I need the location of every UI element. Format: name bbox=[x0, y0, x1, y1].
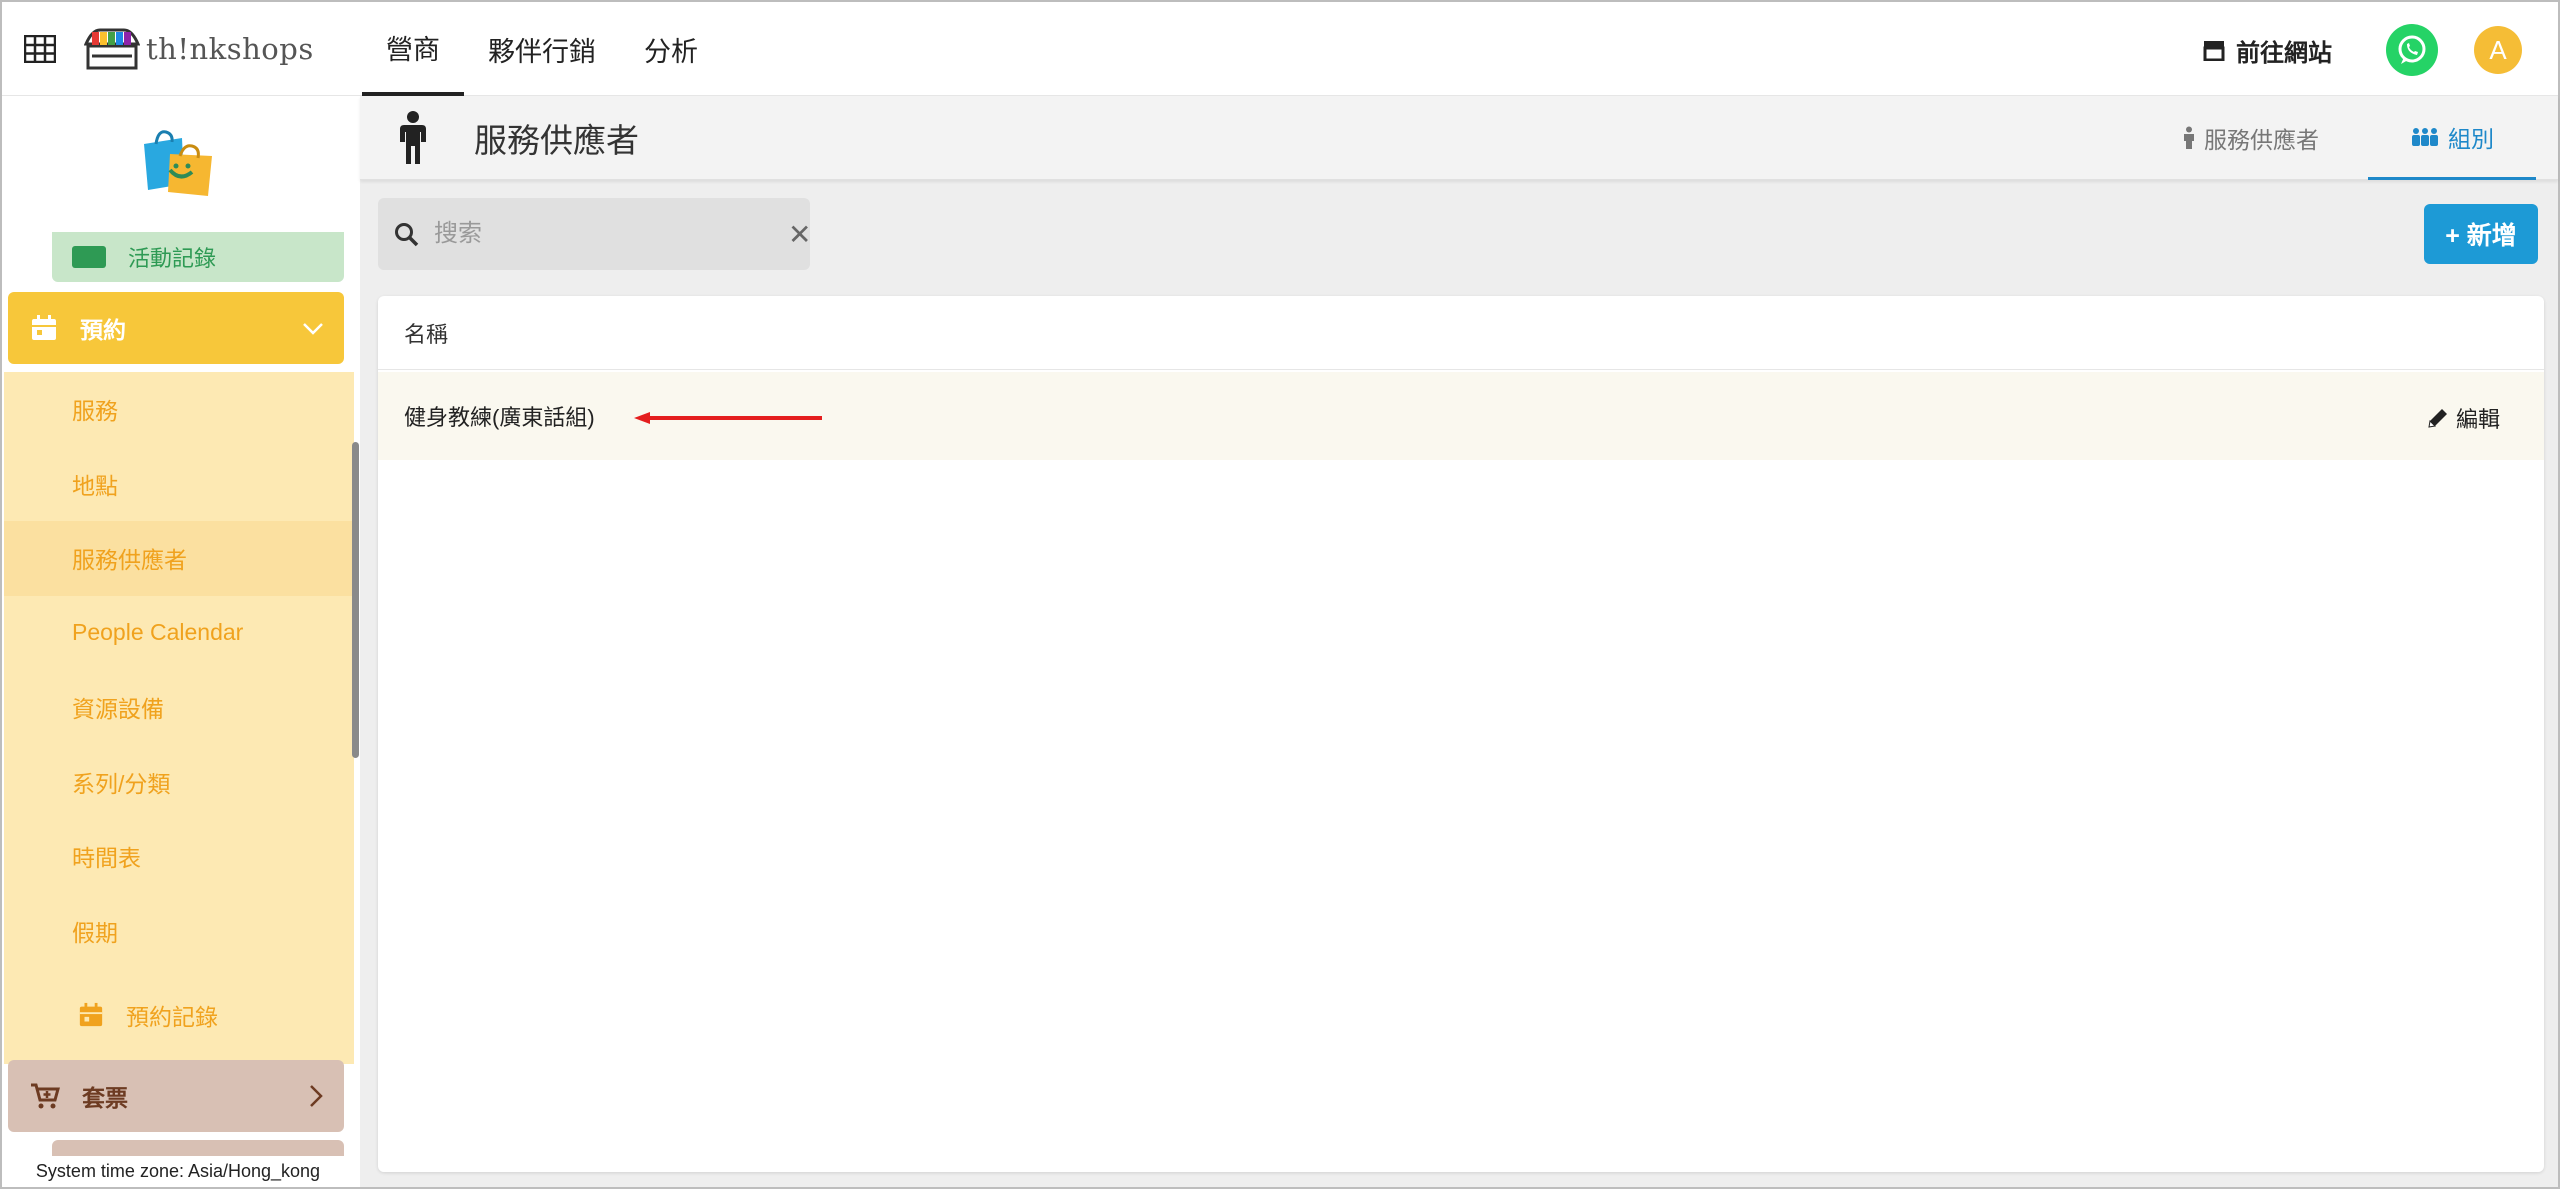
calendar-icon bbox=[79, 1002, 103, 1027]
edit-label: 編輯 bbox=[2456, 407, 2501, 432]
search-input[interactable] bbox=[434, 214, 754, 254]
sidebar-item-holidays[interactable]: 假期 bbox=[4, 894, 354, 969]
main-content: 服務供應者 服務供應者 組別 ✕ + 新增 bbox=[360, 96, 2558, 1187]
sidebar-item-tickets[interactable]: 套票 bbox=[8, 1060, 344, 1132]
pencil-icon bbox=[2428, 409, 2447, 428]
system-timezone: System time zone: Asia/Hong_kong bbox=[2, 1156, 354, 1186]
add-button[interactable]: + 新增 bbox=[2424, 204, 2538, 264]
edit-button[interactable]: 編輯 bbox=[2426, 402, 2500, 434]
red-arrow-annotation bbox=[634, 412, 822, 424]
thinkshops-logo[interactable]: th!nkshops bbox=[84, 24, 314, 74]
cart-plus-icon bbox=[31, 1083, 60, 1109]
sidebar-item-booking[interactable]: 預約 bbox=[8, 292, 344, 364]
sidebar-item-categories[interactable]: 系列/分類 bbox=[4, 745, 354, 820]
tab-label: 組別 bbox=[2448, 125, 2494, 152]
sidebar-item-booking-records[interactable]: 預約記錄 bbox=[52, 978, 344, 1052]
groups-table: 名稱 健身教練(廣東話組) 編輯 bbox=[378, 296, 2544, 1172]
logo-text: th!nkshops bbox=[146, 32, 314, 66]
sidebar-scrollbar[interactable] bbox=[352, 442, 359, 758]
sidebar-item-activity-log[interactable]: 活動記錄 bbox=[52, 232, 344, 282]
column-header-name[interactable]: 名稱 bbox=[378, 296, 2544, 370]
calendar-icon bbox=[32, 315, 56, 340]
page-header: 服務供應者 服務供應者 組別 bbox=[360, 96, 2558, 180]
nav-business[interactable]: 營商 bbox=[362, 2, 464, 96]
sidebar-item-locations[interactable]: 地點 bbox=[4, 447, 354, 522]
group-icon bbox=[2412, 127, 2438, 146]
goto-site-label: 前往網站 bbox=[2236, 39, 2332, 67]
search-box: ✕ bbox=[378, 198, 811, 270]
apps-grid-icon[interactable] bbox=[24, 35, 56, 63]
page-title: 服務供應者 bbox=[474, 122, 639, 159]
sidebar-item-label: 活動記錄 bbox=[128, 246, 217, 271]
tab-groups[interactable]: 組別 bbox=[2368, 96, 2536, 180]
sidebar-item-people-calendar[interactable]: People Calendar bbox=[4, 596, 354, 671]
row-name: 健身教練(廣東話組) bbox=[404, 405, 595, 430]
sidebar-item-label: 預約 bbox=[80, 317, 126, 343]
chevron-right-icon bbox=[310, 1085, 323, 1107]
tab-label: 服務供應者 bbox=[2204, 127, 2319, 153]
sidebar-item-services[interactable]: 服務 bbox=[4, 372, 354, 447]
person-icon bbox=[2184, 126, 2194, 149]
sidebar-item-service-providers[interactable]: 服務供應者 bbox=[4, 521, 354, 596]
booking-submenu: 服務 地點 服務供應者 People Calendar 資源設備 系列/分類 時… bbox=[4, 372, 354, 1064]
user-avatar[interactable]: A bbox=[2474, 26, 2522, 74]
whatsapp-icon bbox=[2398, 35, 2426, 64]
shop-awning-icon bbox=[84, 28, 140, 70]
goto-site-link[interactable]: 前往網站 bbox=[2202, 30, 2332, 70]
search-icon bbox=[395, 223, 419, 247]
sidebar: 活動記錄 預約 服務 地點 服務供應者 People Calendar 資源設備… bbox=[2, 96, 354, 1187]
table-row[interactable]: 健身教練(廣東話組) 編輯 bbox=[378, 372, 2544, 460]
whatsapp-button[interactable] bbox=[2386, 24, 2438, 76]
ticket-icon bbox=[72, 246, 106, 268]
nav-partner-marketing[interactable]: 夥伴行銷 bbox=[464, 2, 620, 96]
nav-analytics[interactable]: 分析 bbox=[620, 2, 722, 96]
person-icon bbox=[400, 111, 426, 164]
clear-search-icon[interactable]: ✕ bbox=[788, 218, 811, 251]
top-bar: th!nkshops 營商 夥伴行銷 分析 前往網站 A bbox=[2, 2, 2558, 96]
sidebar-item-resources[interactable]: 資源設備 bbox=[4, 670, 354, 745]
sidebar-item-label: 套票 bbox=[82, 1085, 128, 1111]
shopping-bags-icon bbox=[144, 130, 212, 196]
tab-service-providers[interactable]: 服務供應者 bbox=[2182, 96, 2319, 180]
sidebar-item-label: 預約記錄 bbox=[126, 1004, 218, 1030]
main-nav: 營商 夥伴行銷 分析 bbox=[362, 2, 722, 96]
sidebar-item-schedules[interactable]: 時間表 bbox=[4, 819, 354, 894]
store-icon bbox=[2203, 41, 2225, 61]
chevron-down-icon bbox=[303, 323, 323, 335]
